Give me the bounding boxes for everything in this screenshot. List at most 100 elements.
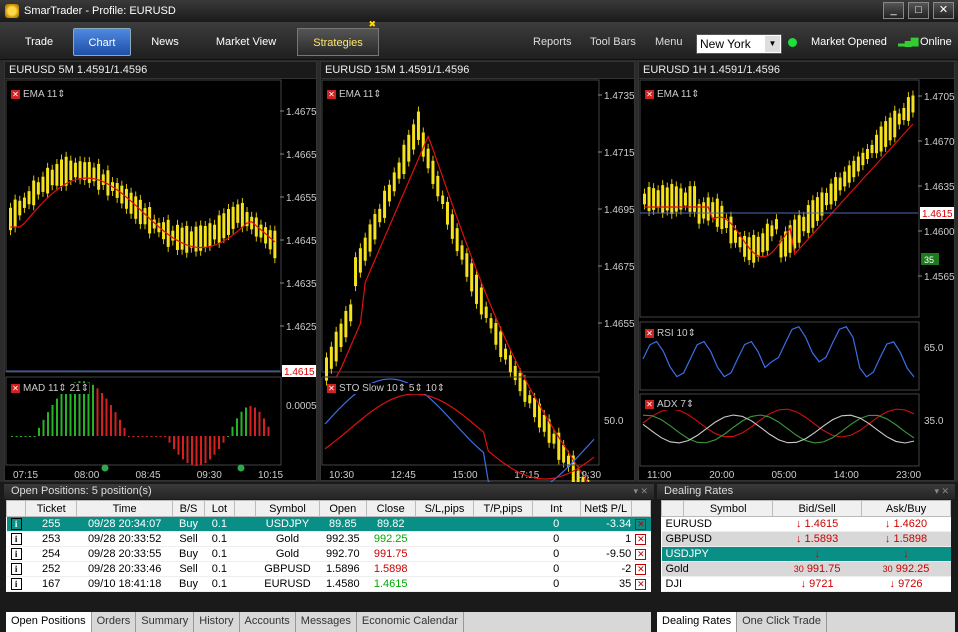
rate-row[interactable]: USDJPY ↓ ↓ — [661, 546, 951, 562]
candle — [373, 214, 377, 240]
column-header[interactable] — [630, 500, 652, 517]
info-icon[interactable]: i — [10, 533, 22, 545]
column-header[interactable]: Time — [76, 500, 174, 517]
close-position-icon[interactable]: ✕ — [635, 519, 647, 530]
toolbars-link[interactable]: Tool Bars — [590, 36, 636, 48]
table-row[interactable]: i 167 09/10 18:41:18 Buy 0.1 EURUSD 1.4580 1.46… — [6, 576, 651, 592]
mad-bar — [60, 392, 63, 436]
column-header[interactable]: T/P,pips — [473, 500, 533, 517]
close-icon[interactable]: ✕ — [327, 383, 336, 393]
column-header[interactable]: Int — [531, 500, 581, 517]
tab-open-positions[interactable]: Open Positions — [6, 612, 92, 632]
chart-canvas[interactable]: 1.4735 1.4715 1.4695 1.4675 1.4655 10:30 12:45… — [321, 79, 636, 482]
rate-row[interactable]: DJI ↓ 9721 ↓ 9726 — [661, 576, 951, 592]
rate-bid[interactable]: 30 991.75 — [772, 561, 862, 577]
tab-chart[interactable]: Chart — [73, 28, 131, 56]
tab-orders[interactable]: Orders — [92, 612, 137, 632]
tab-summary[interactable]: Summary — [136, 612, 195, 632]
adx-indicator[interactable]: ✕ ADX 7⇕ — [645, 399, 695, 410]
close-icon[interactable]: ✕ — [645, 399, 654, 409]
rate-row[interactable]: Gold 30 991.75 30 992.25 — [661, 561, 951, 577]
sto-indicator[interactable]: ✕ STO Slow 10⇕ 5⇕ 10⇕ — [327, 383, 446, 394]
tab-strategies[interactable]: Strategies ✖ — [297, 20, 379, 56]
reports-link[interactable]: Reports — [533, 36, 572, 48]
close-icon[interactable]: ✕ — [11, 383, 20, 393]
rsi-indicator[interactable]: ✕ RSI 10⇕ — [645, 328, 696, 339]
info-icon[interactable]: i — [10, 518, 22, 530]
column-header[interactable]: B/S — [172, 500, 205, 517]
tab-market-view[interactable]: Market View — [204, 28, 288, 56]
tab-accounts[interactable]: Accounts — [240, 612, 296, 632]
city-select[interactable]: New York ▼ — [696, 34, 782, 54]
ema-indicator[interactable]: ✕ EMA 11⇕ — [327, 89, 382, 100]
chart-canvas[interactable]: 1.4705 1.4670 1.4635 1.4600 1.4565 1.4615 11:0… — [639, 79, 956, 482]
rate-ask[interactable]: 30 992.25 — [861, 561, 951, 577]
table-row[interactable]: i 252 09/28 20:33:46 Sell 0.1 GBPUSD 1.5896 1.5… — [6, 561, 651, 577]
column-header[interactable]: S/L,pips — [414, 500, 475, 517]
column-header[interactable]: Ticket — [25, 500, 78, 517]
tab-trade[interactable]: Trade — [8, 28, 70, 56]
info-icon[interactable]: i — [10, 548, 22, 560]
column-header[interactable]: Symbol — [683, 500, 774, 517]
time-label: 20:00 — [709, 470, 734, 481]
close-position-icon[interactable]: ✕ — [635, 579, 647, 590]
chart-panel-15m[interactable]: EURUSD 15M 1.4591/1.4596 1.4735 1.4715 1.4… — [320, 61, 636, 482]
table-row[interactable]: i 254 09/28 20:33:55 Buy 0.1 Gold 992.70 991.75… — [6, 546, 651, 562]
column-header[interactable]: Symbol — [255, 500, 320, 517]
rate-bid[interactable]: ↓ 9721 — [772, 576, 862, 592]
tab-messages[interactable]: Messages — [296, 612, 357, 632]
close-icon[interactable]: ✕ — [645, 89, 654, 99]
close-position-icon[interactable]: ✕ — [635, 549, 647, 560]
menu-link[interactable]: Menu — [655, 36, 683, 48]
info-icon[interactable]: i — [10, 578, 22, 590]
tab-economic-calendar[interactable]: Economic Calendar — [357, 612, 464, 632]
table-cell: i — [6, 561, 26, 577]
chart-panel-5m[interactable]: EURUSD 5M 1.4591/1.4596 1.4675 1.4665 1.46… — [4, 61, 317, 481]
maximize-button[interactable]: □ — [908, 2, 929, 19]
rate-ask[interactable]: ↓ 1.4620 — [861, 516, 951, 532]
mad-indicator[interactable]: ✕ MAD 11⇕ 21⇕ — [11, 383, 90, 394]
column-header[interactable]: Close — [365, 500, 416, 517]
table-row[interactable]: i 253 09/28 20:33:52 Sell 0.1 Gold 992.35 992.2… — [6, 531, 651, 547]
chevron-down-icon[interactable]: ▼ — [765, 36, 780, 52]
candle — [236, 204, 240, 223]
rate-bid[interactable]: ↓ 1.5893 — [772, 531, 862, 547]
chart-canvas[interactable]: 1.4675 1.4665 1.4655 1.4645 1.4635 1.4625 1.46… — [5, 79, 318, 482]
table-cell: 255 — [25, 516, 77, 532]
table-row[interactable]: i 255 09/28 20:34:07 Buy 0.1 USDJPY 89.85 89.82… — [6, 516, 651, 532]
close-position-icon[interactable]: ✕ — [635, 564, 647, 575]
panel-controls-icon[interactable]: ▾ ✕ — [633, 484, 648, 499]
panel-controls-icon[interactable]: ▾ ✕ — [934, 484, 949, 499]
rate-ask[interactable]: ↓ — [861, 546, 951, 562]
close-icon[interactable]: ✕ — [645, 328, 654, 338]
column-header[interactable] — [233, 500, 257, 517]
tab-news[interactable]: News — [136, 28, 194, 56]
rate-row[interactable]: EURUSD ↓ 1.4615 ↓ 1.4620 — [661, 516, 951, 532]
ema-indicator[interactable]: ✕ EMA 11⇕ — [645, 89, 700, 100]
tab-dealing-rates[interactable]: Dealing Rates — [657, 612, 738, 632]
close-position-icon[interactable]: ✕ — [635, 534, 647, 545]
close-icon[interactable]: ✖ — [368, 20, 376, 29]
rate-ask[interactable]: ↓ 1.5898 — [861, 531, 951, 547]
close-icon[interactable]: ✕ — [11, 89, 20, 99]
column-header[interactable]: Bid/Sell — [772, 500, 863, 517]
column-header[interactable]: Ask/Buy — [861, 500, 951, 517]
rate-row[interactable]: GBPUSD ↓ 1.5893 ↓ 1.5898 — [661, 531, 951, 547]
tab-history[interactable]: History — [194, 612, 240, 632]
column-header[interactable] — [660, 500, 685, 517]
candle — [743, 235, 747, 257]
column-header[interactable]: Open — [318, 500, 367, 517]
rate-bid[interactable]: ↓ 1.4615 — [772, 516, 862, 532]
column-header[interactable] — [5, 500, 27, 517]
info-icon[interactable]: i — [10, 563, 22, 575]
ema-indicator[interactable]: ✕ EMA 11⇕ — [11, 89, 66, 100]
rate-bid[interactable]: ↓ — [772, 546, 862, 562]
rate-ask[interactable]: ↓ 9726 — [861, 576, 951, 592]
column-header[interactable]: Lot — [203, 500, 235, 517]
column-header[interactable]: Net$ P/L — [579, 500, 632, 517]
close-button[interactable]: ✕ — [933, 2, 954, 19]
close-icon[interactable]: ✕ — [327, 89, 336, 99]
tab-one-click-trade[interactable]: One Click Trade — [737, 612, 827, 632]
minimize-button[interactable]: _ — [883, 2, 904, 19]
chart-panel-1h[interactable]: EURUSD 1H 1.4591/1.4596 1.4705 1.4670 1.46… — [638, 61, 955, 481]
